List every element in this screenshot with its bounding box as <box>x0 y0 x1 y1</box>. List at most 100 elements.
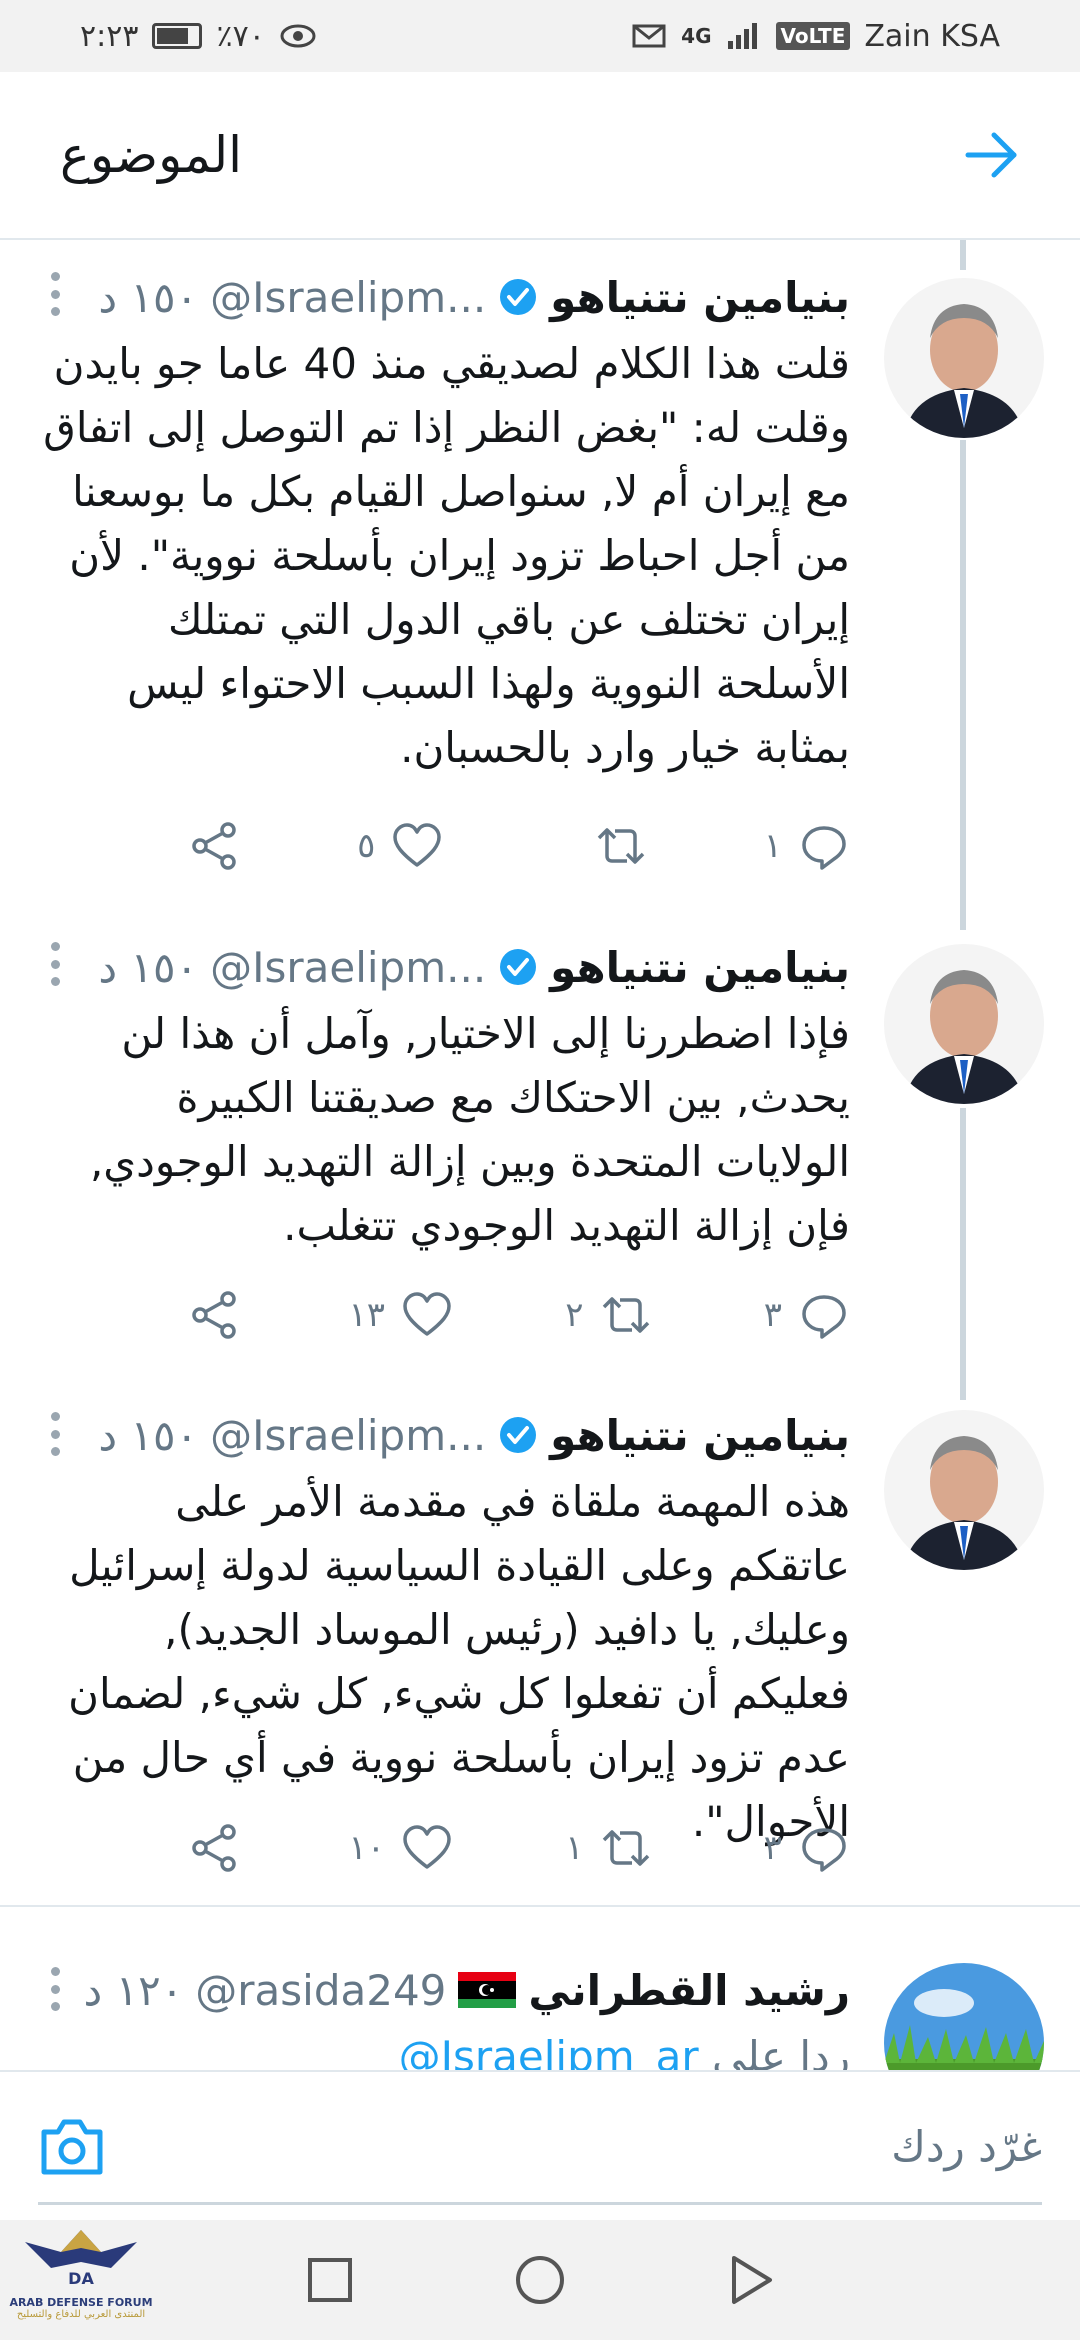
retweet-button[interactable]: ١ <box>562 1822 652 1874</box>
retweet-button[interactable] <box>557 820 647 872</box>
reply-input[interactable]: غرّد ردك <box>891 2122 1042 2171</box>
section-divider <box>0 1905 1080 1907</box>
tweet-actions: ١ ٥ <box>150 816 850 876</box>
retweet-count: ١ <box>565 1828 584 1868</box>
carrier-name: Zain KSA <box>864 18 1000 54</box>
reply-count: ١ <box>763 826 782 866</box>
page-title: الموضوع <box>60 126 242 184</box>
recents-button[interactable] <box>300 2250 360 2310</box>
watermark-subtitle: المنتدى العربي للدفاع والتسليح <box>16 2309 146 2320</box>
back-arrow-icon[interactable] <box>962 125 1022 185</box>
author-name[interactable]: بنيامين نتنياهو <box>550 1411 850 1460</box>
author-name[interactable]: بنيامين نتنياهو <box>550 273 850 322</box>
like-count: ١٣ <box>348 1295 386 1335</box>
forum-watermark-logo: DA ARAB DEFENSE FORUM المنتدى العربي للد… <box>6 2222 156 2338</box>
eagle-emblem-icon: DA <box>25 2230 137 2288</box>
reply-button[interactable]: ٣ <box>760 1822 850 1874</box>
retweet-button[interactable]: ٢ <box>562 1289 652 1341</box>
reply-button[interactable]: ٣ <box>760 1289 850 1341</box>
tweet-text: فإذا اضطررنا إلى الاختيار, وآمل أن هذا ل… <box>89 1009 850 1250</box>
more-options-icon[interactable] <box>48 1967 62 2011</box>
libya-flag-icon <box>458 1972 517 2008</box>
tweet-time: ١٥٠ د <box>98 1410 199 1460</box>
share-button[interactable] <box>150 820 240 872</box>
share-button[interactable] <box>150 1289 240 1341</box>
input-underline <box>38 2202 1042 2205</box>
more-options-icon[interactable] <box>48 1412 62 1456</box>
tweet[interactable]: بنيامين نتنياهو @Israelipm... ١٥٠ د فإذا… <box>0 930 1080 1395</box>
share-icon <box>192 822 236 870</box>
author-handle[interactable]: @Israelipm... <box>210 1411 486 1460</box>
mail-icon <box>632 24 666 48</box>
camera-icon[interactable] <box>38 2114 106 2178</box>
signal-icon <box>727 23 757 49</box>
battery-percent: ٪٧٠ <box>216 18 265 54</box>
retweet-icon <box>597 828 644 864</box>
like-button[interactable]: ١٣ <box>348 1289 453 1341</box>
clock: ٢:٢٣ <box>80 18 139 54</box>
retweet-icon <box>602 1297 649 1333</box>
reply-composer: غرّد ردك <box>0 2070 1080 2220</box>
reply-button[interactable]: ١ <box>760 820 850 872</box>
heart-icon <box>393 823 442 867</box>
home-button[interactable] <box>510 2250 570 2310</box>
verified-icon <box>500 1417 537 1453</box>
reply-count: ٣ <box>763 1828 782 1868</box>
app-bar: الموضوع <box>0 72 1080 240</box>
tweet-actions: ٣ ١ ١٠ <box>150 1818 850 1878</box>
tweet[interactable]: بنيامين نتنياهو @Israelipm... ١٥٠ د هذه … <box>0 1400 1080 1905</box>
author-handle[interactable]: @Israelipm... <box>210 273 486 322</box>
tweet-text: هذه المهمة ملقاة في مقدمة الأمر على عاتق… <box>68 1477 850 1846</box>
tweet[interactable]: بنيامين نتنياهو @Israelipm... ١٥٠ د قلت … <box>0 250 1080 930</box>
avatar[interactable] <box>884 1410 1044 1570</box>
volte-badge: VoLTE <box>775 22 851 50</box>
status-bar: ٢:٢٣ ٪٧٠ 4G VoLTE Zain KSA <box>0 0 1080 72</box>
battery-icon <box>152 23 203 49</box>
tweet-header: بنيامين نتنياهو @Israelipm... ١٥٠ د <box>40 932 850 1002</box>
status-left: ٢:٢٣ ٪٧٠ <box>80 19 317 54</box>
more-options-icon[interactable] <box>48 272 62 316</box>
eye-comfort-icon <box>280 24 316 48</box>
more-options-icon[interactable] <box>48 942 62 986</box>
reply-context: ردا على @Israelipm_ar <box>40 2025 850 2070</box>
like-count: ١٠ <box>348 1828 386 1868</box>
like-button[interactable]: ٥ <box>353 820 443 872</box>
logo-initials: DA <box>68 2269 94 2288</box>
tweet-time: ١٥٠ د <box>98 272 199 322</box>
author-handle[interactable]: @rasida249 <box>195 1966 446 2015</box>
system-nav-bar <box>0 2220 1080 2340</box>
heart-icon <box>403 1825 451 1869</box>
avatar[interactable] <box>884 944 1044 1104</box>
reply-icon <box>802 1828 846 1872</box>
author-handle[interactable]: @Israelipm... <box>210 943 486 992</box>
share-icon <box>192 1291 236 1339</box>
like-count: ٥ <box>357 826 376 866</box>
reply-count: ٣ <box>763 1295 782 1335</box>
share-button[interactable] <box>150 1822 240 1874</box>
reply-to-prefix: ردا على <box>712 2032 850 2070</box>
tweet-time: ١٢٠ د <box>83 1965 184 2015</box>
verified-icon <box>500 949 537 985</box>
tweet-header: بنيامين نتنياهو @Israelipm... ١٥٠ د <box>40 1400 850 1470</box>
tweet-text: قلت هذا الكلام لصديقي منذ 40 عاما جو باي… <box>43 339 850 772</box>
tweet-time: ١٥٠ د <box>98 942 199 992</box>
author-name[interactable]: بنيامين نتنياهو <box>550 943 850 992</box>
reply-icon <box>802 1295 846 1339</box>
back-button[interactable] <box>720 2250 780 2310</box>
like-button[interactable]: ١٠ <box>348 1822 453 1874</box>
heart-icon <box>403 1292 451 1336</box>
verified-icon <box>500 279 537 315</box>
avatar[interactable] <box>884 1963 1044 2070</box>
author-name[interactable]: رشيد القطراني <box>528 1966 850 2015</box>
tweet-header: رشيد القطراني @rasida249 ١٢٠ د <box>40 1955 850 2025</box>
avatar[interactable] <box>884 278 1044 438</box>
retweet-count: ٢ <box>565 1295 584 1335</box>
share-icon <box>192 1824 236 1872</box>
status-right: 4G VoLTE Zain KSA <box>631 19 1000 54</box>
tweet-header: بنيامين نتنياهو @Israelipm... ١٥٠ د <box>40 262 850 332</box>
tweet-actions: ٣ ٢ ١٣ <box>150 1285 850 1345</box>
network-type: 4G <box>681 24 712 48</box>
reply-icon <box>802 826 846 870</box>
reply-tweet[interactable]: رشيد القطراني @rasida249 ١٢٠ د ردا على @… <box>0 1915 1080 2070</box>
reply-to-handle[interactable]: @Israelipm_ar <box>399 2025 699 2070</box>
